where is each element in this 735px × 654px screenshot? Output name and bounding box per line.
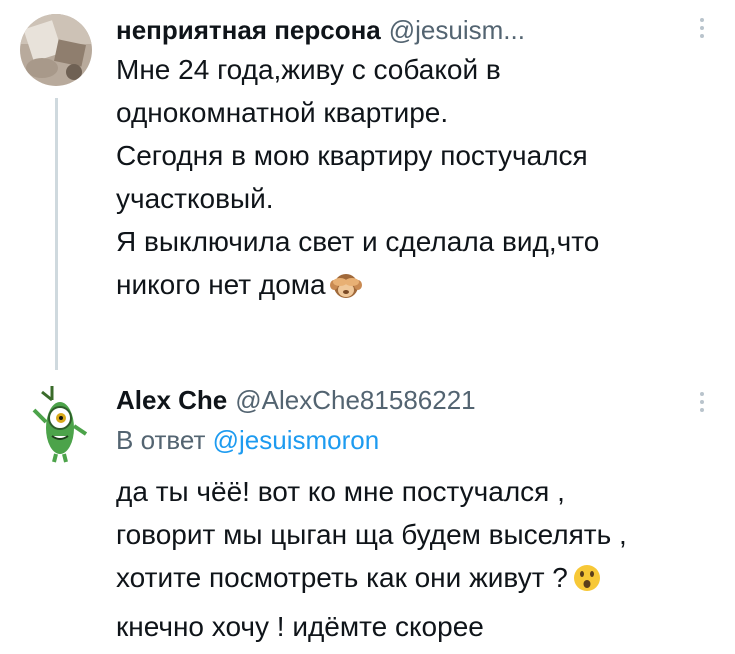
tweet-1[interactable]: неприятная персона @jesuism... Мне 24 год… <box>0 0 735 370</box>
face-with-open-mouth-icon <box>572 562 602 605</box>
text-line: Я выключила свет и сделала вид,что <box>116 226 600 257</box>
text-line: Сегодня в мою квартиру постучался <box>116 140 588 171</box>
text-line: кнечно хочу ! идёмте скорее <box>116 611 484 642</box>
user-handle[interactable]: @jesuism... <box>389 15 525 45</box>
text-line: Мне 24 года,живу с собакой в <box>116 54 501 85</box>
tweet-2-header: Alex Che @AlexChe81586221 <box>116 384 476 416</box>
replying-to: В ответ @jesuismoron <box>116 424 379 456</box>
replying-to-label: В ответ <box>116 425 206 455</box>
text-line: хотите посмотреть как они живут ? <box>116 562 568 593</box>
display-name[interactable]: неприятная персона <box>116 15 381 45</box>
avatar-user-2[interactable] <box>18 382 100 464</box>
see-no-evil-monkey-icon <box>329 269 362 312</box>
text-line-with-emoji: никого нет дома <box>116 263 716 312</box>
text-line: никого нет дома <box>116 269 326 300</box>
text-line: да ты чёё! вот ко мне постучался , <box>116 476 565 507</box>
user-handle[interactable]: @AlexChe81586221 <box>235 385 475 415</box>
more-options-icon[interactable] <box>699 18 705 42</box>
avatar-user-1[interactable] <box>20 14 92 86</box>
thread-connector-line <box>55 98 58 370</box>
tweet-2[interactable]: Alex Che @AlexChe81586221 В ответ @jesuis… <box>0 370 735 654</box>
text-line-with-emoji: хотите посмотреть как они живут ? <box>116 556 716 605</box>
more-options-icon[interactable] <box>699 392 705 416</box>
text-line: однокомнатной квартире. <box>116 97 449 128</box>
text-line: говорит мы цыган ща будем выселять , <box>116 519 627 550</box>
text-line: участковый. <box>116 183 274 214</box>
display-name[interactable]: Alex Che <box>116 385 227 415</box>
tweet-2-text: да ты чёё! вот ко мне постучался , говор… <box>116 470 716 648</box>
tweet-1-text: Мне 24 года,живу с собакой в однокомнатн… <box>116 48 716 312</box>
tweet-1-header: неприятная персона @jesuism... <box>116 14 525 46</box>
reply-mention-link[interactable]: @jesuismoron <box>213 425 380 455</box>
